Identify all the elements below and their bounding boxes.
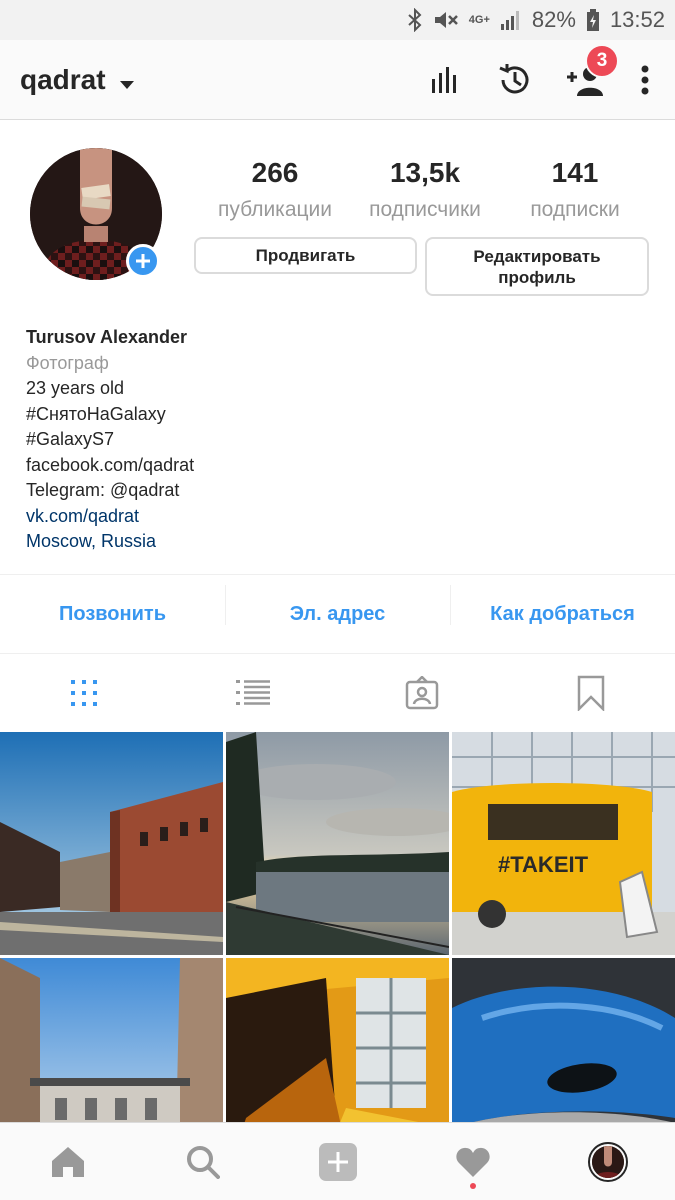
bluetooth-icon: [407, 8, 423, 32]
app-bar: qadrat 3: [0, 40, 675, 120]
network-type-icon: 4G+: [468, 13, 490, 26]
stat-label: подписки: [530, 198, 620, 221]
bio-line: Telegram: @qadrat: [26, 480, 180, 500]
profile-avatar[interactable]: [587, 1141, 628, 1182]
status-bar: 4G+ 82% 13:52: [0, 0, 675, 40]
stat-value: 266: [251, 157, 299, 188]
activity-icon[interactable]: [405, 1123, 540, 1200]
grid-icon[interactable]: [0, 678, 169, 708]
profile-bio: Turusov Alexander Фотограф 23 years old …: [26, 325, 194, 555]
profile-category: Фотограф: [26, 352, 109, 373]
add-post-icon[interactable]: [270, 1123, 405, 1200]
call-button[interactable]: Позвонить: [0, 603, 225, 626]
archive-icon[interactable]: [495, 60, 535, 100]
account-switcher[interactable]: qadrat: [20, 64, 134, 96]
website-link[interactable]: vk.com/qadrat: [26, 504, 194, 530]
edit-profile-button[interactable]: Редактировать профиль: [425, 237, 649, 296]
activity-indicator-dot: [469, 1182, 476, 1189]
bio-hashtag[interactable]: #GalaxyS7: [26, 427, 194, 453]
directions-button[interactable]: Как добраться: [450, 584, 675, 626]
add-person-icon[interactable]: 3: [565, 44, 619, 100]
list-icon[interactable]: [169, 678, 338, 708]
stat-label: публикации: [218, 198, 332, 221]
stat-followers[interactable]: 13,5k подписчики: [350, 156, 500, 222]
chevron-down-icon: [119, 64, 134, 96]
username: qadrat: [20, 63, 106, 95]
clock: 13:52: [609, 7, 665, 32]
signal-icon: [500, 8, 522, 32]
profile-tabs: [0, 654, 675, 732]
bio-line: facebook.com/qadrat: [26, 454, 195, 475]
contact-bar: Позвонить Эл. адрес Как добраться: [0, 574, 675, 654]
profile-name: Turusov Alexander: [26, 327, 188, 347]
battery-percent: 82%: [531, 7, 576, 32]
search-icon[interactable]: [135, 1123, 270, 1200]
profile-stats: 266 публикации 13,5k подписчики 141 подп…: [200, 156, 650, 222]
stat-following[interactable]: 141 подписки: [500, 156, 650, 222]
email-button[interactable]: Эл. адрес: [225, 584, 450, 626]
stat-value: 13,5k: [389, 157, 461, 188]
photo-thumbnail[interactable]: [0, 732, 223, 955]
stat-label: подписчики: [369, 198, 481, 221]
profile-avatar-container[interactable]: [30, 148, 162, 280]
mute-icon: [433, 8, 459, 32]
promote-button[interactable]: Продвигать: [194, 237, 417, 274]
saved-icon[interactable]: [506, 675, 675, 711]
bio-hashtag[interactable]: #СнятоНаGalaxy: [26, 402, 194, 428]
photo-thumbnail[interactable]: [226, 732, 449, 955]
bottom-nav: [0, 1122, 675, 1200]
photo-thumbnail[interactable]: #TAKEIT: [452, 732, 675, 955]
stat-value: 141: [551, 157, 599, 188]
tagged-icon[interactable]: [338, 676, 507, 710]
insights-icon[interactable]: [425, 60, 465, 100]
photo-caption: #TAKEIT: [498, 852, 589, 877]
home-icon[interactable]: [0, 1123, 135, 1200]
more-icon[interactable]: [635, 60, 655, 100]
notification-badge: 3: [585, 44, 619, 78]
add-story-button[interactable]: [126, 244, 160, 278]
location-link[interactable]: Moscow, Russia: [26, 529, 194, 555]
battery-icon: [586, 8, 600, 32]
profile-tab[interactable]: [540, 1123, 675, 1200]
bio-line: 23 years old: [26, 378, 125, 398]
stat-posts[interactable]: 266 публикации: [200, 156, 350, 222]
